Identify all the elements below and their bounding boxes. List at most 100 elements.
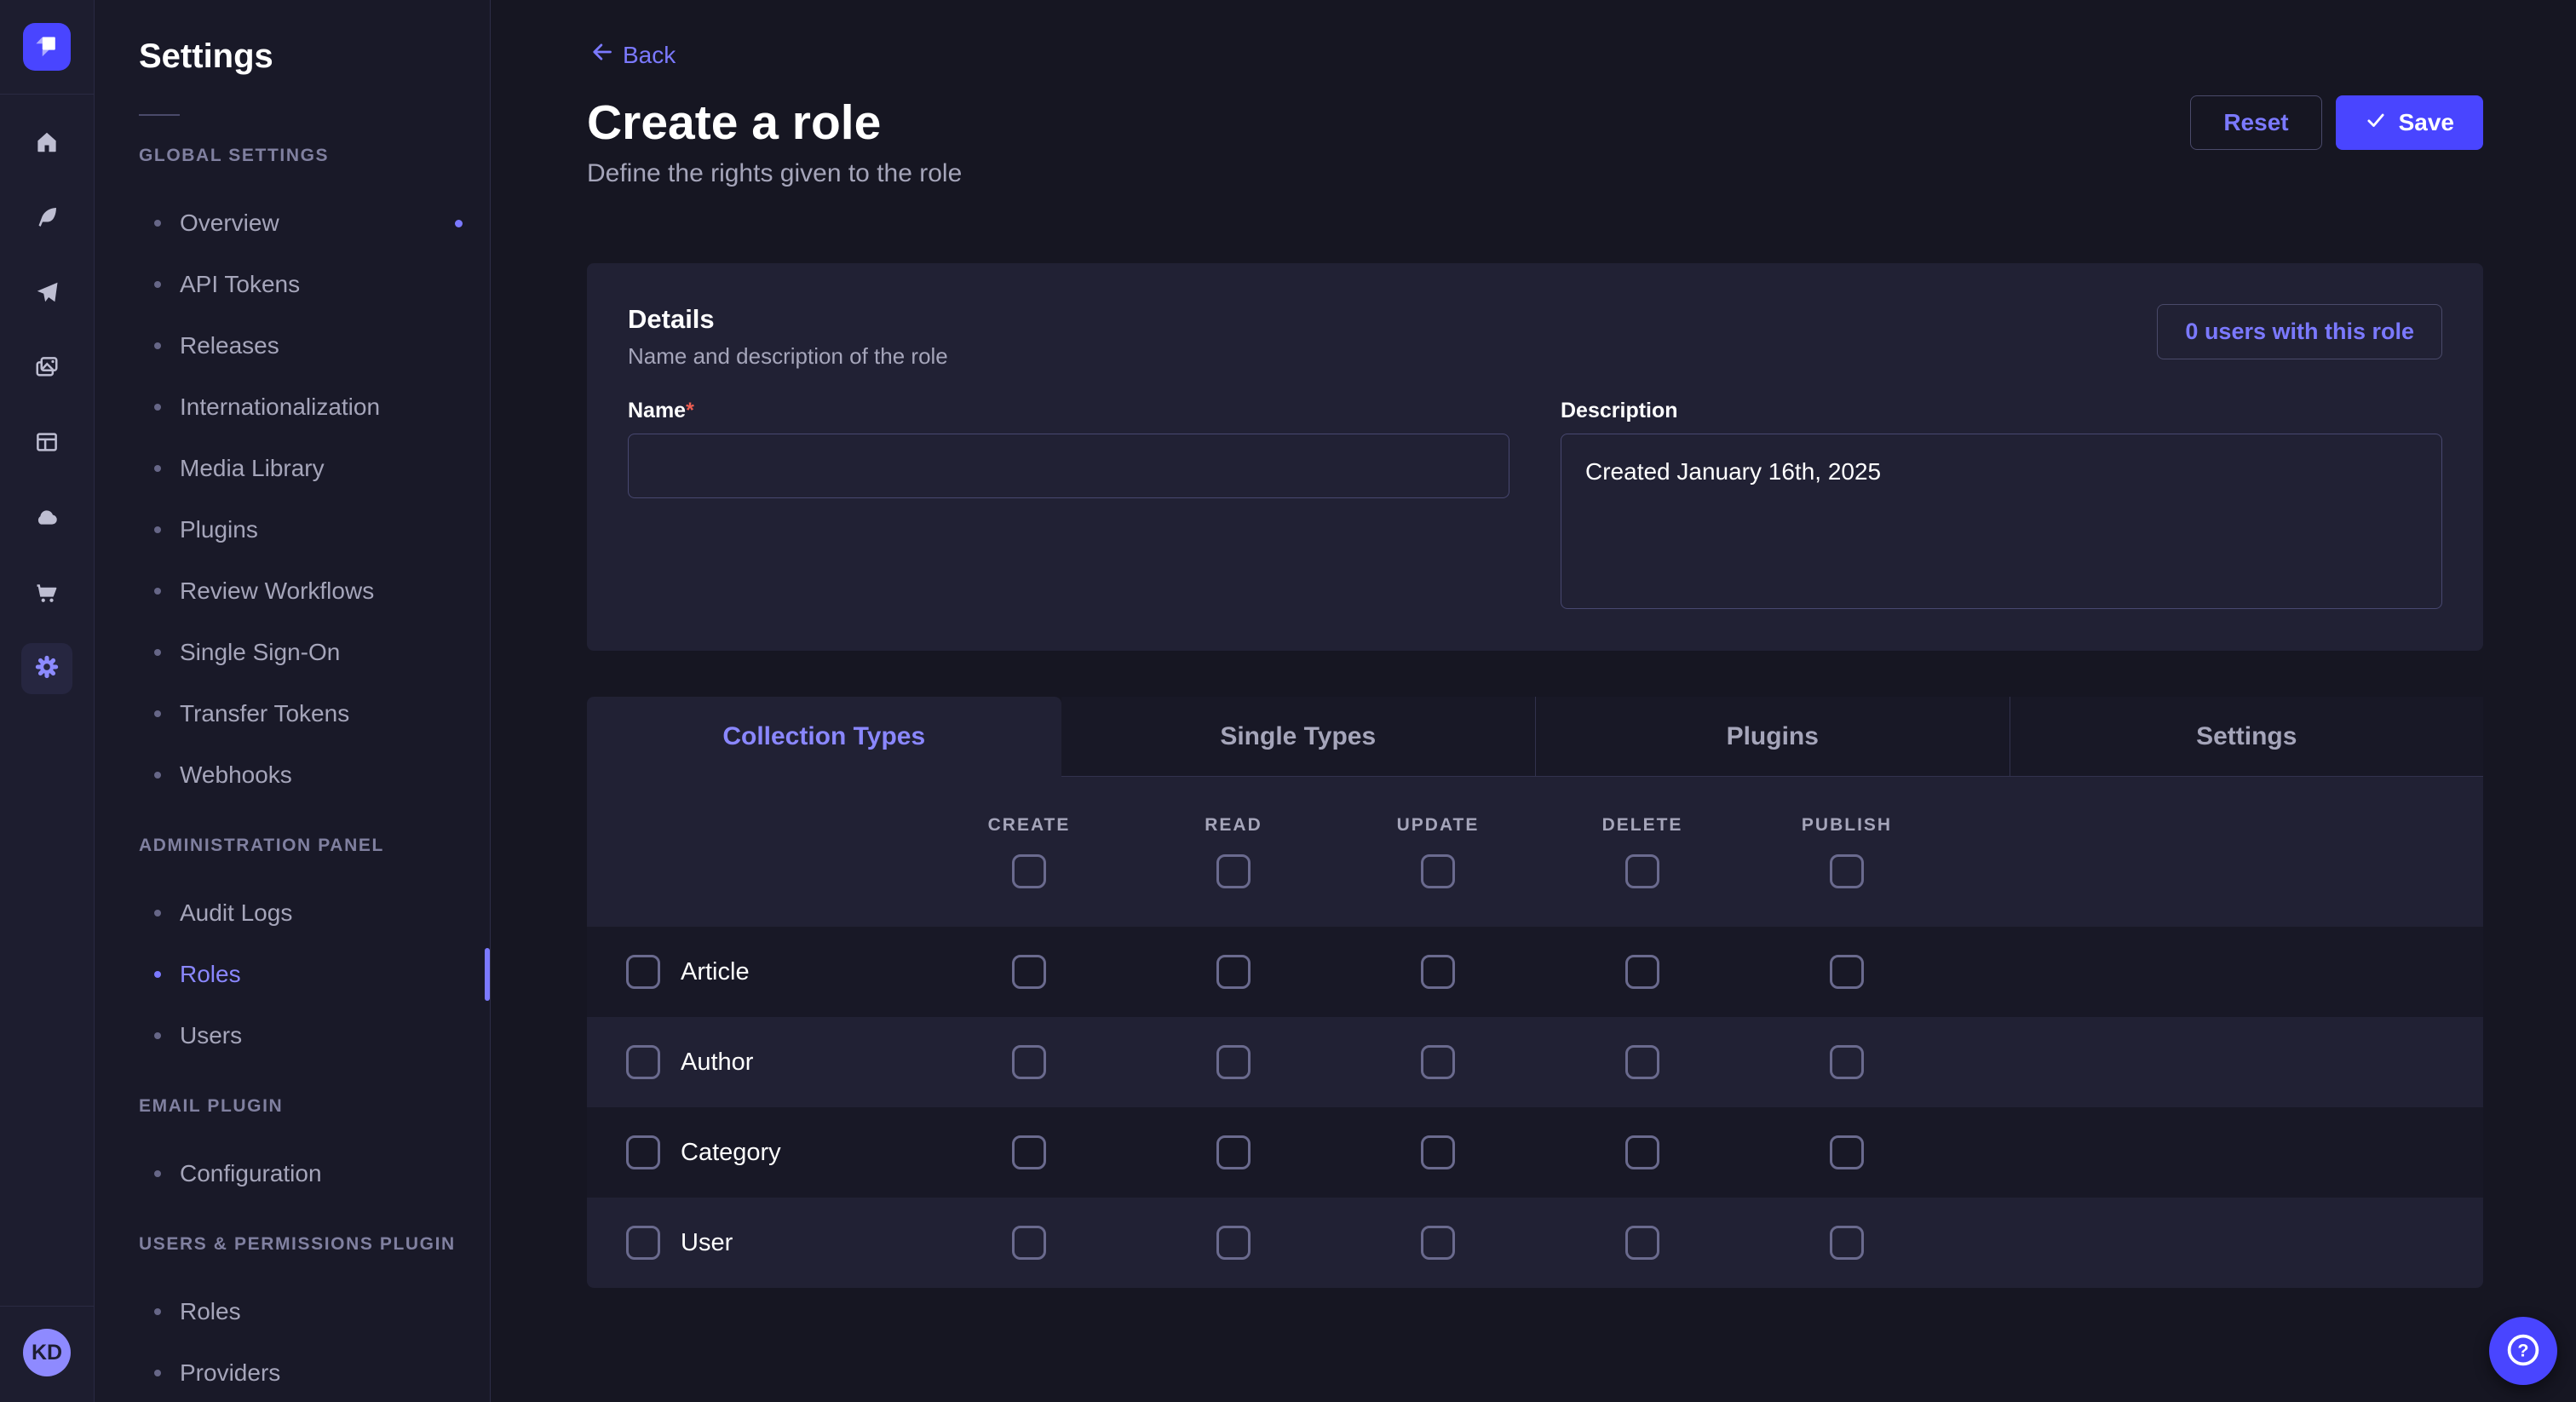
permission-checkbox-article-create[interactable]	[1012, 955, 1046, 989]
description-field-group: Description Created January 16th, 2025	[1561, 399, 2442, 613]
settings-icon	[32, 652, 61, 686]
subnav-section: ADMINISTRATION PANELAudit LogsRolesUsers	[139, 833, 463, 1066]
sidebar-item-label: Releases	[180, 332, 279, 359]
permission-cell	[1131, 1226, 1336, 1260]
sidebar-item-users[interactable]: Users	[139, 1005, 463, 1066]
rail-item-content-builder[interactable]	[21, 193, 72, 244]
rail-item-cloud[interactable]	[21, 493, 72, 544]
row-select-checkbox-author[interactable]	[626, 1045, 660, 1079]
media-library-icon	[34, 354, 60, 384]
sidebar-item-webhooks[interactable]: Webhooks	[139, 744, 463, 806]
subnav-title: Settings	[139, 34, 463, 78]
bullet-icon	[154, 526, 161, 533]
select-all-update-checkbox[interactable]	[1421, 854, 1455, 888]
subnav-section-label: USERS & PERMISSIONS PLUGIN	[139, 1232, 463, 1257]
permission-checkbox-author-delete[interactable]	[1625, 1045, 1659, 1079]
sidebar-item-review-workflows[interactable]: Review Workflows	[139, 560, 463, 622]
permission-checkbox-author-publish[interactable]	[1830, 1045, 1864, 1079]
permission-cell	[1131, 1045, 1336, 1079]
permission-checkbox-author-read[interactable]	[1216, 1045, 1251, 1079]
sidebar-item-roles[interactable]: Roles	[139, 944, 463, 1005]
rail-item-home[interactable]	[21, 118, 72, 170]
row-select-checkbox-article[interactable]	[626, 955, 660, 989]
sidebar-item-label: Plugins	[180, 516, 258, 543]
permission-checkbox-user-delete[interactable]	[1625, 1226, 1659, 1260]
select-all-delete-checkbox[interactable]	[1625, 854, 1659, 888]
tab-collection-types[interactable]: Collection Types	[587, 697, 1061, 777]
strapi-logo[interactable]	[23, 23, 71, 71]
details-subtitle: Name and description of the role	[628, 343, 948, 370]
permission-checkbox-user-create[interactable]	[1012, 1226, 1046, 1260]
column-header-label: CREATE	[988, 815, 1071, 836]
avatar[interactable]: KD	[23, 1329, 71, 1376]
back-link[interactable]: Back	[587, 39, 676, 71]
rail-item-marketplace[interactable]	[21, 568, 72, 619]
row-entity-cell: Category	[587, 1135, 927, 1169]
sidebar-item-plugins[interactable]: Plugins	[139, 499, 463, 560]
select-all-publish-checkbox[interactable]	[1830, 854, 1864, 888]
save-button[interactable]: Save	[2336, 95, 2483, 150]
sidebar-item-transfer-tokens[interactable]: Transfer Tokens	[139, 683, 463, 744]
permission-checkbox-author-create[interactable]	[1012, 1045, 1046, 1079]
permission-checkbox-user-read[interactable]	[1216, 1226, 1251, 1260]
permission-checkbox-article-read[interactable]	[1216, 955, 1251, 989]
select-all-read-checkbox[interactable]	[1216, 854, 1251, 888]
rail-item-settings[interactable]	[21, 643, 72, 694]
row-select-checkbox-user[interactable]	[626, 1226, 660, 1260]
permission-checkbox-user-update[interactable]	[1421, 1226, 1455, 1260]
sidebar-item-label: Roles	[180, 1298, 241, 1325]
row-entity-cell: Author	[587, 1045, 927, 1079]
select-all-create-checkbox[interactable]	[1012, 854, 1046, 888]
sidebar-item-audit-logs[interactable]: Audit Logs	[139, 882, 463, 944]
permission-checkbox-article-delete[interactable]	[1625, 955, 1659, 989]
permission-checkbox-article-update[interactable]	[1421, 955, 1455, 989]
rail-item-deploy[interactable]	[21, 268, 72, 319]
table-row-user: User	[587, 1198, 2483, 1288]
sidebar-item-internationalization[interactable]: Internationalization	[139, 376, 463, 438]
permission-cell	[927, 1135, 1131, 1169]
sidebar-item-roles[interactable]: Roles	[139, 1281, 463, 1342]
sidebar-item-label: Configuration	[180, 1160, 322, 1187]
sidebar-item-api-tokens[interactable]: API Tokens	[139, 254, 463, 315]
permission-checkbox-category-create[interactable]	[1012, 1135, 1046, 1169]
sidebar-item-overview[interactable]: Overview	[139, 192, 463, 254]
marketplace-icon	[34, 579, 60, 609]
tab-plugins[interactable]: Plugins	[1535, 697, 2010, 777]
rail-item-content-manager[interactable]	[21, 418, 72, 469]
sidebar-item-label: Single Sign-On	[180, 639, 340, 666]
permission-checkbox-user-publish[interactable]	[1830, 1226, 1864, 1260]
permission-checkbox-category-update[interactable]	[1421, 1135, 1455, 1169]
permission-checkbox-article-publish[interactable]	[1830, 955, 1864, 989]
subnav-section: USERS & PERMISSIONS PLUGIN Roles Providers	[139, 1232, 463, 1402]
permission-checkbox-category-delete[interactable]	[1625, 1135, 1659, 1169]
permissions-header-row: CREATEREADUPDATEDELETEPUBLISH	[587, 777, 2483, 927]
tab-single-types[interactable]: Single Types	[1061, 697, 1536, 777]
details-title: Details	[628, 304, 948, 335]
main-nav-rail: KD	[0, 0, 95, 1402]
page-title: Create a role	[587, 95, 881, 151]
bullet-icon	[154, 342, 161, 349]
sidebar-item-label: Internationalization	[180, 394, 380, 421]
sidebar-item-label: Webhooks	[180, 761, 292, 789]
permission-checkbox-author-update[interactable]	[1421, 1045, 1455, 1079]
table-row-author: Author	[587, 1017, 2483, 1107]
row-select-checkbox-category[interactable]	[626, 1135, 660, 1169]
tab-settings[interactable]: Settings	[2010, 697, 2484, 777]
sidebar-item-releases[interactable]: Releases	[139, 315, 463, 376]
sidebar-item-media-library[interactable]: Media Library	[139, 438, 463, 499]
permission-checkbox-category-publish[interactable]	[1830, 1135, 1864, 1169]
users-with-role-button[interactable]: 0 users with this role	[2157, 304, 2442, 359]
rail-item-media-library[interactable]	[21, 343, 72, 394]
description-textarea[interactable]: Created January 16th, 2025	[1561, 434, 2442, 609]
back-label: Back	[623, 42, 676, 69]
reset-button[interactable]: Reset	[2190, 95, 2321, 150]
sidebar-item-providers[interactable]: Providers	[139, 1342, 463, 1402]
help-button[interactable]: ?	[2489, 1317, 2557, 1385]
permission-cell	[1745, 955, 1949, 989]
sidebar-item-configuration[interactable]: Configuration	[139, 1143, 463, 1204]
name-input[interactable]	[628, 434, 1509, 498]
sidebar-item-single-sign-on[interactable]: Single Sign-On	[139, 622, 463, 683]
bullet-icon	[154, 465, 161, 472]
rail-bottom: KD	[0, 1306, 94, 1402]
permission-checkbox-category-read[interactable]	[1216, 1135, 1251, 1169]
